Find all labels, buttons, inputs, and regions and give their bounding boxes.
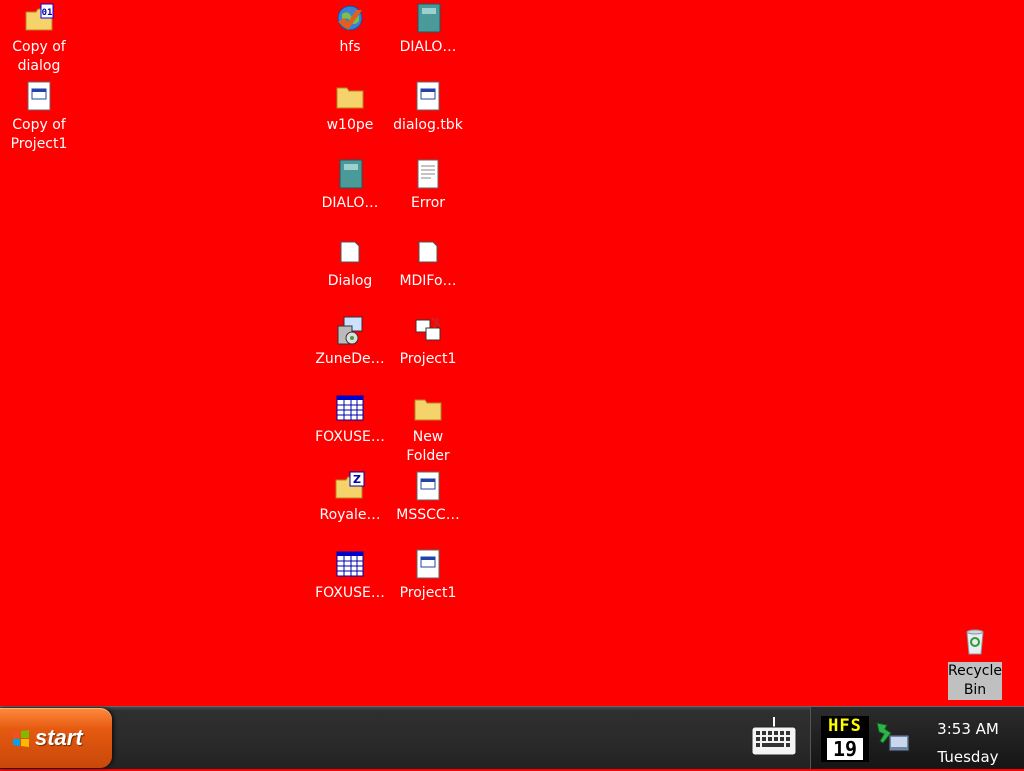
desktop-icon-label: DIALO… bbox=[399, 39, 457, 55]
start-label: start bbox=[35, 725, 83, 750]
desktop-icon-project1-a[interactable]: Project1 bbox=[389, 314, 467, 369]
desktop-icon-dialo-1[interactable]: DIALO… bbox=[389, 2, 467, 57]
desktop-icon-mdifo[interactable]: MDIFo… bbox=[389, 236, 467, 291]
desktop-icon-label: MSSCC… bbox=[396, 507, 460, 523]
table-icon bbox=[336, 395, 364, 421]
desktop-icon-new-folder[interactable]: New Folder bbox=[389, 392, 467, 466]
clock[interactable]: 3:53 AM Tuesday bbox=[921, 715, 1015, 771]
desktop-icon-label: Dialog bbox=[327, 273, 373, 289]
keyboard-icon[interactable] bbox=[750, 715, 798, 759]
desktop-icon-w10pe[interactable]: w10pe bbox=[311, 80, 389, 135]
notebook-icon bbox=[417, 3, 441, 33]
desktop-icon-label: Recycle Bin bbox=[948, 662, 1002, 700]
desktop-icon-recycle-bin[interactable]: Recycle Bin bbox=[936, 626, 1014, 700]
desktop-icon-label: MDIFo… bbox=[399, 273, 457, 289]
desktop-icon-label: Copy of dialog bbox=[12, 39, 66, 74]
project-icon bbox=[415, 317, 441, 341]
desktop-icon-hfs[interactable]: hfs bbox=[311, 2, 389, 57]
desktop-icon-copy-of-project1[interactable]: Copy of Project1 bbox=[0, 80, 78, 154]
desktop-icon-label: ZuneDe… bbox=[315, 351, 385, 367]
folder-icon bbox=[414, 399, 442, 421]
desktop-icon-dialog-tbk[interactable]: dialog.tbk bbox=[389, 80, 467, 135]
desktop-icon-label: FOXUSE… bbox=[315, 429, 385, 445]
desktop-icon-error[interactable]: Error bbox=[389, 158, 467, 213]
desktop-icon-label: DIALO… bbox=[321, 195, 379, 211]
desktop-icon-project1-b[interactable]: Project1 bbox=[389, 548, 467, 603]
desktop-icon-label: Project1 bbox=[399, 585, 457, 601]
desktop-icon-label: Error bbox=[410, 195, 446, 211]
desktop-icon-dialog[interactable]: Dialog bbox=[311, 236, 389, 291]
desktop-icon-royale[interactable]: Z Royale… bbox=[311, 470, 389, 525]
windows-logo-icon bbox=[13, 730, 29, 747]
svg-text:01: 01 bbox=[42, 8, 53, 18]
zipped-folder-icon: Z bbox=[335, 471, 365, 499]
desktop-icon-label: Project1 bbox=[399, 351, 457, 367]
desktop-icon-msscc[interactable]: MSSCC… bbox=[389, 470, 467, 525]
clock-time: 3:53 AM bbox=[937, 720, 999, 738]
table-icon bbox=[336, 551, 364, 577]
text-document-icon bbox=[417, 159, 439, 189]
network-icon[interactable] bbox=[873, 717, 915, 759]
desktop-icon-label: w10pe bbox=[326, 117, 374, 133]
document-window-icon bbox=[27, 81, 51, 111]
system-tray: HFS 19 3:53 AM Tuesday bbox=[810, 707, 1024, 769]
clock-day: Tuesday bbox=[937, 748, 999, 766]
document-window-icon bbox=[416, 471, 440, 501]
desktop-icon-foxuse-1[interactable]: FOXUSE… bbox=[311, 392, 389, 447]
hfs-tray-top-text: HFS bbox=[828, 716, 862, 736]
desktop-icon-label: Copy of Project1 bbox=[10, 117, 68, 152]
recycle-bin-icon bbox=[966, 629, 984, 655]
folder-icon bbox=[336, 87, 364, 109]
desktop-icon-label: New Folder bbox=[406, 429, 450, 464]
notebook-icon bbox=[339, 159, 363, 189]
hfs-tray-icon[interactable]: HFS 19 bbox=[821, 716, 869, 762]
folder-shortcut-icon: 01 bbox=[25, 3, 54, 31]
start-button[interactable]: start bbox=[0, 708, 112, 768]
desktop-icon-foxuse-2[interactable]: FOXUSE… bbox=[311, 548, 389, 603]
document-window-icon bbox=[416, 81, 440, 111]
desktop-icon-label: hfs bbox=[339, 39, 361, 55]
svg-text:Z: Z bbox=[353, 473, 361, 486]
blank-document-icon bbox=[418, 241, 438, 263]
desktop-icon-label: Royale… bbox=[319, 507, 381, 523]
blank-document-icon bbox=[340, 241, 360, 263]
desktop-icon-dialo-2[interactable]: DIALO… bbox=[311, 158, 389, 213]
desktop-icon-label: FOXUSE… bbox=[315, 585, 385, 601]
desktop: 01 Copy of dialog Copy of Project1 hfs w… bbox=[0, 0, 1024, 706]
taskbar: start HFS 19 3:53 AM Tuesday bbox=[0, 706, 1024, 769]
globe-icon bbox=[337, 5, 363, 31]
desktop-icon-zunede[interactable]: ZuneDe… bbox=[311, 314, 389, 369]
installer-icon bbox=[337, 316, 363, 345]
desktop-icon-label: dialog.tbk bbox=[393, 117, 463, 133]
hfs-tray-bottom-text: 19 bbox=[827, 738, 863, 760]
document-window-icon bbox=[416, 549, 440, 579]
desktop-icon-copy-of-dialog[interactable]: 01 Copy of dialog bbox=[0, 2, 78, 76]
